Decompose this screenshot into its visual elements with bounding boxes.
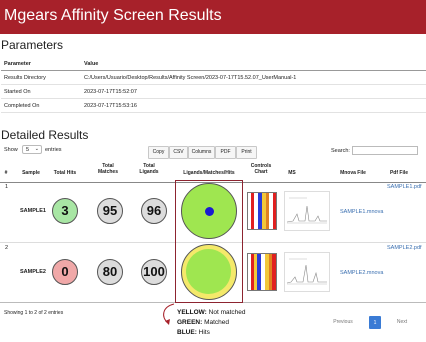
pdf-file-link[interactable]: SAMPLE2.pdf xyxy=(387,245,422,251)
app-title: Mgears Affinity Screen Results xyxy=(4,7,222,24)
chevron-down-icon: ⌄ xyxy=(34,146,39,152)
csv-button[interactable]: CSV xyxy=(169,146,188,159)
pdf-button[interactable]: PDF xyxy=(215,146,236,159)
pagination-previous[interactable]: Previous xyxy=(327,316,359,329)
search-input[interactable] xyxy=(352,146,418,155)
table-row: Completed On 2023-07-17T15:53:16 xyxy=(1,98,426,113)
mnova-file-link[interactable]: SAMPLE2.mnova xyxy=(340,270,383,276)
app-header: Mgears Affinity Screen Results xyxy=(0,0,426,34)
entries-select-value: 5 xyxy=(26,147,30,153)
total-ligands-badge: 100 xyxy=(141,259,167,285)
column-header-total-matches[interactable]: Total Matches xyxy=(96,163,120,175)
parameters-heading: Parameters xyxy=(1,38,64,52)
param-name: Completed On xyxy=(1,98,81,113)
total-matches-badge: 80 xyxy=(97,259,123,285)
table-row: Results Directory C:/Users/Usuario/Deskt… xyxy=(1,70,426,85)
column-header-controls[interactable]: Controls Chart xyxy=(247,163,275,175)
column-header-ligands[interactable]: Ligands/Matches/Hits xyxy=(176,170,242,176)
ligand-column-highlight xyxy=(175,180,243,303)
total-ligands-badge: 96 xyxy=(141,198,167,224)
column-header-index[interactable]: # xyxy=(2,170,10,176)
total-matches-badge: 95 xyxy=(97,198,123,224)
columns-button[interactable]: Columns xyxy=(188,146,215,159)
pagination-next[interactable]: Next xyxy=(390,316,414,329)
param-value: 2023-07-17T15:52:07 xyxy=(81,84,426,99)
parameter-column-header: Parameter xyxy=(1,57,81,71)
sample-name: SAMPLE1 xyxy=(20,208,46,214)
ms-spectrum-thumbnail[interactable] xyxy=(284,191,330,231)
parameters-table: Parameter Value Results Directory C:/Use… xyxy=(1,57,426,113)
row-index: 1 xyxy=(5,184,9,190)
param-name: Started On xyxy=(1,84,81,99)
legend-green: GREEN: Matched xyxy=(177,319,229,326)
pagination-page-1[interactable]: 1 xyxy=(369,316,381,329)
total-hits-badge: 0 xyxy=(52,259,78,285)
column-header-total-ligands[interactable]: Total Ligands xyxy=(137,163,161,175)
total-hits-badge: 3 xyxy=(52,198,78,224)
ms-spectrum-thumbnail[interactable] xyxy=(284,252,330,292)
legend-yellow-text: Not matched xyxy=(208,309,246,316)
controls-chart-thumbnail[interactable] xyxy=(247,253,277,291)
param-name: Results Directory xyxy=(1,70,81,85)
entries-info: Showing 1 to 2 of 2 entries xyxy=(4,310,64,316)
controls-chart-thumbnail[interactable] xyxy=(247,192,277,230)
param-value: C:/Users/Usuario/Desktop/Results/Affinit… xyxy=(81,70,426,85)
legend-blue: BLUE: Hits xyxy=(177,329,210,336)
copy-button[interactable]: Copy xyxy=(148,146,169,159)
pdf-file-link[interactable]: SAMPLE1.pdf xyxy=(387,184,422,190)
mnova-file-link[interactable]: SAMPLE1.mnova xyxy=(340,209,383,215)
detailed-results-heading: Detailed Results xyxy=(1,128,89,142)
column-header-pdf[interactable]: Pdf File xyxy=(386,170,412,176)
legend-green-text: Matched xyxy=(204,319,230,326)
column-header-sample[interactable]: Sample xyxy=(18,170,44,176)
legend-blue-text: Hits xyxy=(198,329,210,336)
param-value: 2023-07-17T15:53:16 xyxy=(81,98,426,113)
column-header-total-hits[interactable]: Total Hits xyxy=(50,170,80,176)
column-header-ms[interactable]: MS xyxy=(284,170,300,176)
table-row: Started On 2023-07-17T15:52:07 xyxy=(1,84,426,99)
legend-green-key: GREEN: xyxy=(177,319,203,326)
show-label: Show xyxy=(4,147,18,153)
row-index: 2 xyxy=(5,245,9,251)
column-header-mnova[interactable]: Mnova File xyxy=(336,170,370,176)
sample-name: SAMPLE2 xyxy=(20,269,46,275)
entries-label: entries xyxy=(45,147,62,153)
legend-blue-key: BLUE: xyxy=(177,329,197,336)
legend-yellow-key: YELLOW: xyxy=(177,309,207,316)
search-label: Search: xyxy=(331,148,350,154)
legend-yellow: YELLOW: Not matched xyxy=(177,309,246,316)
print-button[interactable]: Print xyxy=(236,146,257,159)
value-column-header: Value xyxy=(81,57,426,71)
entries-select[interactable]: 5 ⌄ xyxy=(22,145,42,154)
